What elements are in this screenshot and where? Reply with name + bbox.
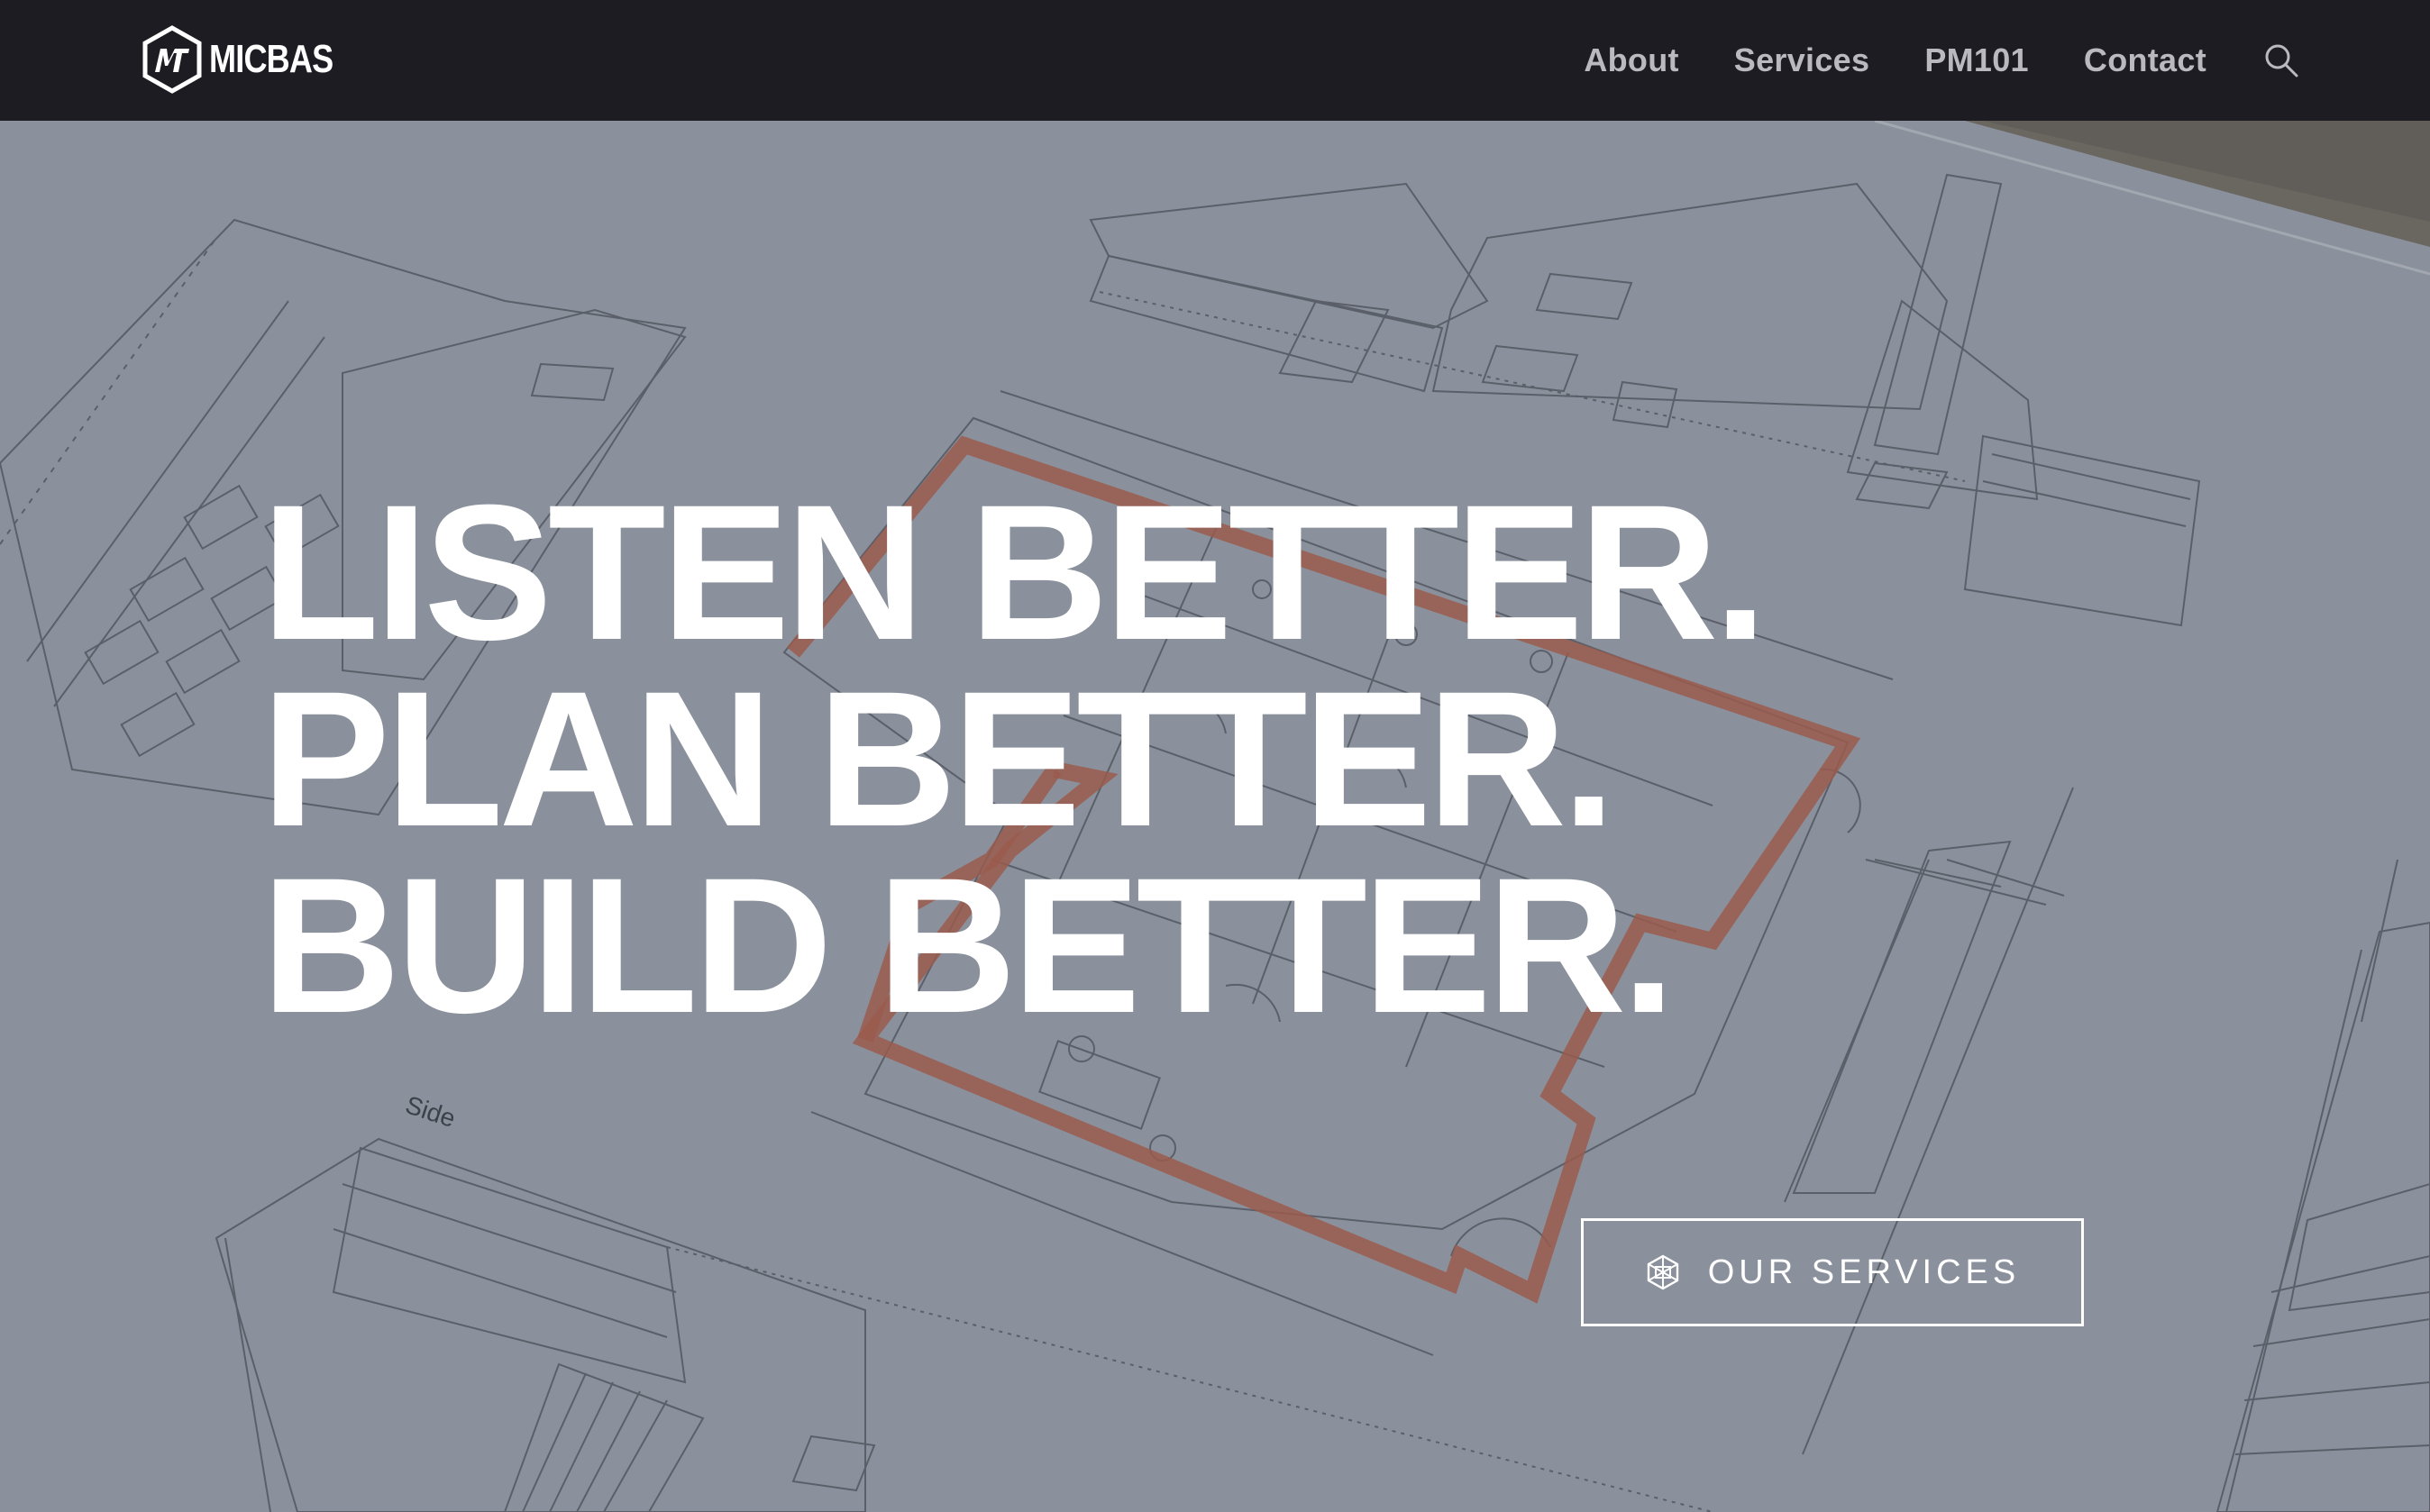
- page: MICBAS About Services PM101 Contact Side…: [0, 0, 2430, 1512]
- site-header: MICBAS About Services PM101 Contact: [0, 0, 2430, 121]
- search-icon: [2265, 44, 2298, 77]
- our-services-label: OUR SERVICES: [1707, 1252, 2021, 1291]
- geodesic-cube-icon: [1647, 1254, 1678, 1290]
- nav-pm101[interactable]: PM101: [1924, 41, 2029, 79]
- site-logo[interactable]: MICBAS: [142, 25, 361, 94]
- headline-line-1: LISTEN BETTER.: [261, 465, 1768, 680]
- headline-line-2: PLAN BETTER.: [261, 651, 1615, 867]
- logo-hexagon-icon: [142, 25, 202, 94]
- our-services-button[interactable]: OUR SERVICES: [1581, 1218, 2084, 1326]
- hero-headline: LISTEN BETTER. PLAN BETTER. BUILD BETTER…: [261, 465, 1768, 1053]
- nav-contact[interactable]: Contact: [2084, 41, 2206, 79]
- nav-services[interactable]: Services: [1734, 41, 1870, 79]
- logo-text: MICBAS: [209, 37, 333, 81]
- hero-section: Side LISTEN BETTER. PLAN BETTER. BUILD B…: [0, 121, 2430, 1512]
- headline-line-3: BUILD BETTER.: [261, 838, 1676, 1053]
- nav-about[interactable]: About: [1584, 41, 1678, 79]
- main-nav: About Services PM101 Contact: [1584, 0, 2430, 121]
- search-button[interactable]: [2261, 41, 2301, 80]
